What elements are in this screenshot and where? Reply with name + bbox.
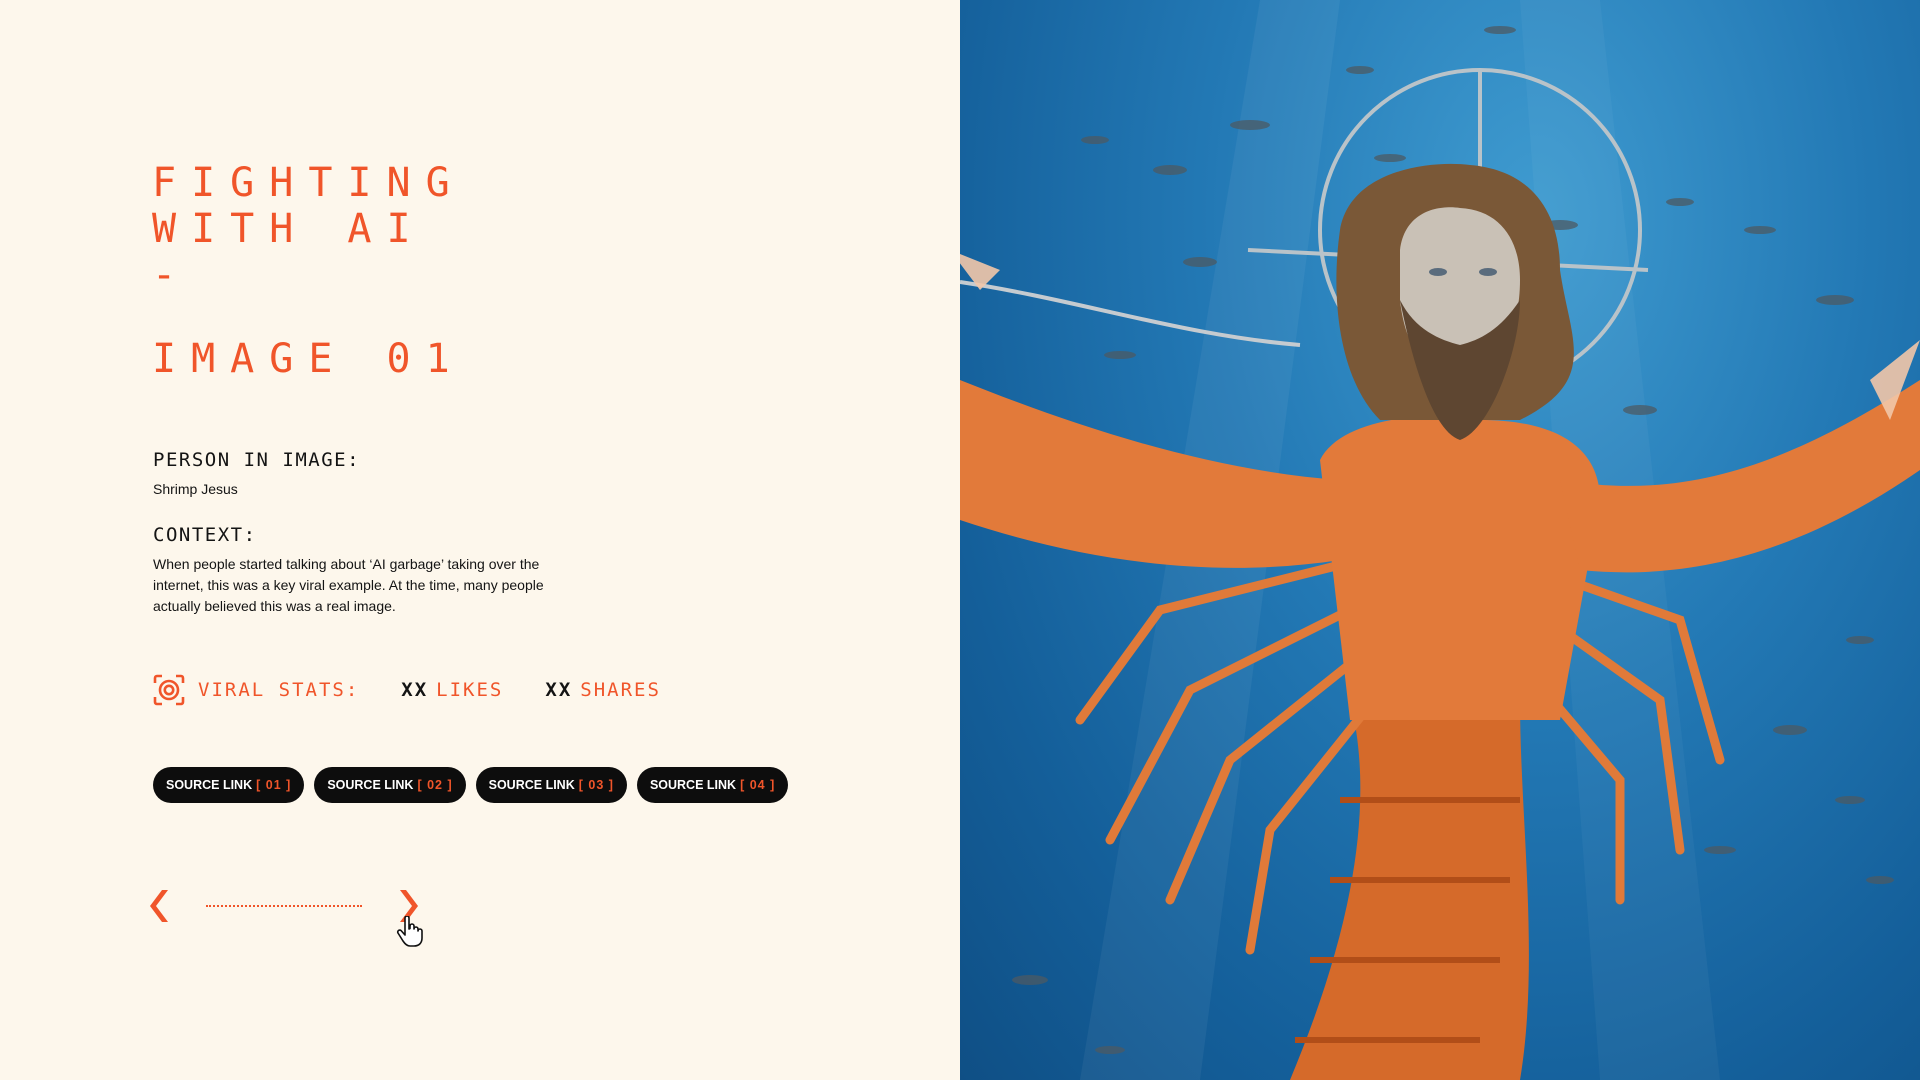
title-line-2: WITH AI	[152, 206, 426, 252]
likes-stat: XX LIKES	[401, 679, 503, 701]
source-link-label: SOURCE LINK	[327, 778, 414, 792]
shares-stat: XX SHARES	[545, 679, 661, 701]
source-link-button-03[interactable]: SOURCE LINK [ 03 ]	[475, 767, 627, 803]
image-pager	[150, 886, 423, 947]
likes-count: XX	[401, 679, 429, 701]
context-label: CONTEXT:	[153, 524, 257, 546]
source-link-index: [ 01 ]	[256, 778, 292, 792]
title-line-3: -	[152, 252, 192, 298]
hand-pointer-icon	[396, 915, 424, 948]
likes-label: LIKES	[436, 679, 504, 701]
person-value: Shrimp Jesus	[153, 481, 238, 497]
source-link-index: [ 03 ]	[578, 778, 614, 792]
info-panel: FIGHTING WITH AI - IMAGE 01 PERSON IN IM…	[0, 0, 960, 1080]
source-link-label: SOURCE LINK	[649, 778, 737, 792]
pager-progress-track	[206, 905, 362, 907]
source-link-index: [ 04 ]	[740, 778, 776, 792]
source-link-button-01[interactable]: SOURCE LINK [ 01 ]	[153, 767, 305, 803]
shares-count: XX	[545, 679, 573, 701]
viral-stats: VIRAL STATS: XX LIKES XX SHARES	[152, 672, 661, 708]
shares-label: SHARES	[580, 679, 661, 701]
viral-stats-label: VIRAL STATS:	[198, 679, 360, 701]
image-illustration	[960, 0, 1920, 1080]
shrimp-jesus-image	[960, 0, 1920, 1080]
person-label: PERSON IN IMAGE:	[153, 449, 361, 471]
person-section: PERSON IN IMAGE: Shrimp Jesus	[153, 449, 593, 500]
source-link-button-02[interactable]: SOURCE LINK [ 02 ]	[314, 767, 466, 803]
title-line-4: IMAGE 01	[152, 336, 465, 382]
title-line-1: FIGHTING	[152, 160, 465, 206]
chevron-left-icon	[150, 890, 168, 922]
context-section: CONTEXT: When people started talking abo…	[153, 524, 593, 617]
source-link-button-04[interactable]: SOURCE LINK [ 04 ]	[636, 767, 789, 803]
source-link-label: SOURCE LINK	[488, 778, 575, 792]
page-title: FIGHTING WITH AI - IMAGE 01	[152, 160, 465, 382]
context-value: When people started talking about ‘AI ga…	[153, 556, 544, 614]
source-link-index: [ 02 ]	[417, 778, 453, 792]
target-icon	[152, 673, 186, 707]
source-link-label: SOURCE LINK	[166, 778, 253, 792]
previous-button[interactable]	[150, 888, 174, 924]
source-links: SOURCE LINK [ 01 ] SOURCE LINK [ 02 ] SO…	[153, 767, 789, 803]
